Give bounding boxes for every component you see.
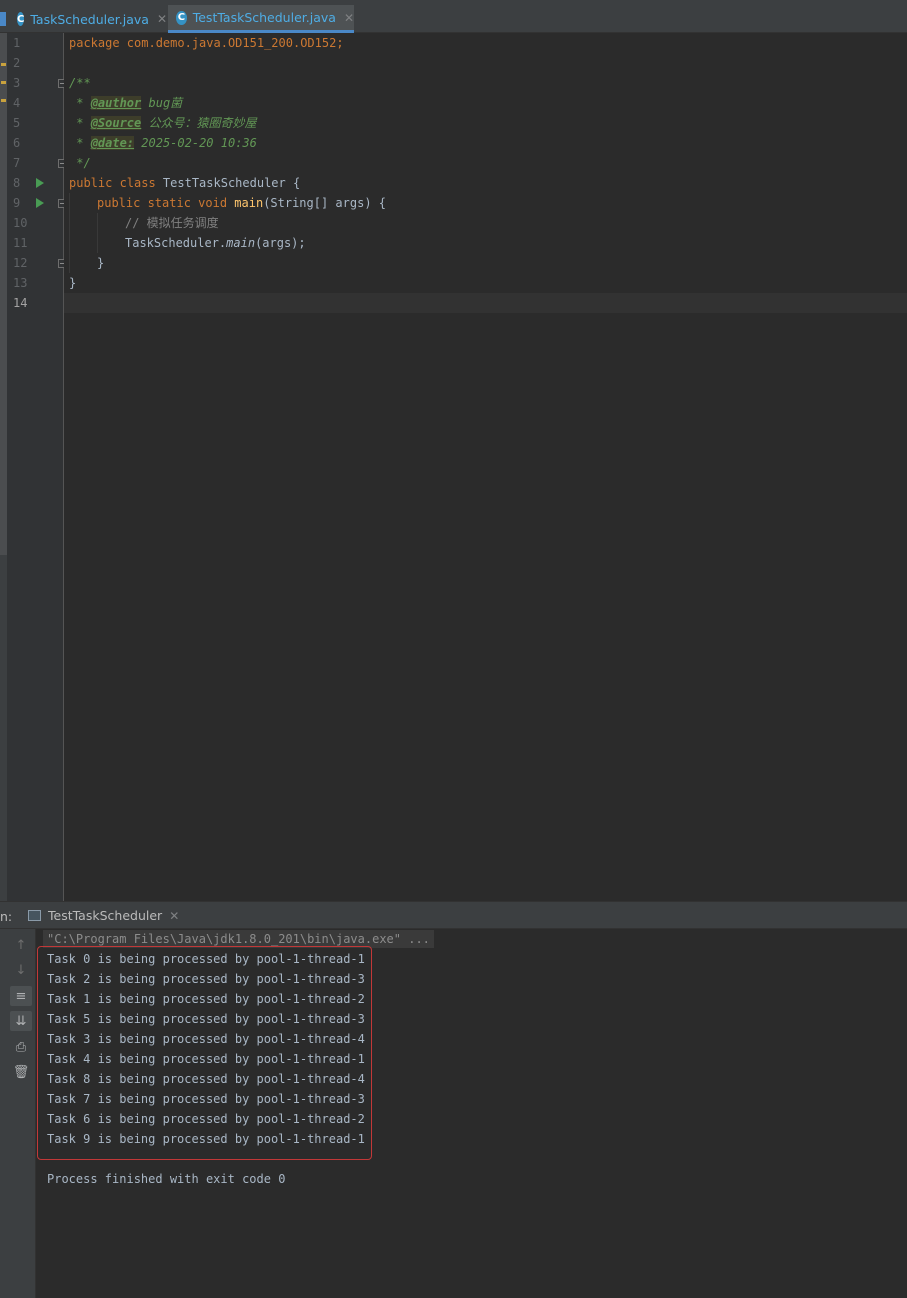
run-tab-testtaskscheduler[interactable]: TestTaskScheduler ✕ bbox=[28, 902, 179, 929]
marker-icon bbox=[1, 99, 6, 102]
line-number: 2 bbox=[13, 56, 21, 70]
close-icon[interactable]: ✕ bbox=[344, 11, 354, 25]
code-line-1: package com.demo.java.OD151_200.OD152; bbox=[69, 36, 344, 50]
left-tool-strip bbox=[0, 33, 7, 901]
run-panel-title: n: bbox=[0, 909, 13, 924]
tab-testtaskscheduler[interactable]: C TestTaskScheduler.java ✕ bbox=[168, 5, 354, 33]
code-line-10: // 模拟任务调度 bbox=[125, 216, 219, 230]
code-line-12: } bbox=[97, 256, 105, 270]
scroll-to-end-icon[interactable]: ⇊ bbox=[10, 1011, 32, 1031]
tab-label: TaskScheduler.java bbox=[30, 11, 149, 27]
close-icon[interactable]: ✕ bbox=[157, 12, 167, 26]
line-number: 13 bbox=[13, 276, 28, 290]
soft-wrap-icon[interactable]: ≡ bbox=[10, 986, 32, 1006]
trash-icon[interactable]: 🗑 bbox=[10, 1062, 32, 1082]
tab-label: TestTaskScheduler.java bbox=[192, 10, 336, 25]
console-output[interactable]: "C:\Program Files\Java\jdk1.8.0_201\bin\… bbox=[37, 929, 907, 1298]
code-line-4: * @author bug菌 bbox=[69, 96, 183, 110]
output-line: Task 4 is being processed by pool-1-thre… bbox=[47, 1052, 365, 1066]
run-tab-label: TestTaskScheduler bbox=[48, 908, 163, 923]
code-line-7: */ bbox=[69, 156, 91, 170]
down-arrow-icon[interactable]: ↓ bbox=[10, 960, 32, 980]
line-number: 5 bbox=[13, 116, 21, 130]
output-line: Task 9 is being processed by pool-1-thre… bbox=[47, 1132, 365, 1146]
line-number: 3 bbox=[13, 76, 21, 90]
code-line-6: * @date: 2025-02-20 10:36 bbox=[69, 136, 257, 150]
output-line: Task 0 is being processed by pool-1-thre… bbox=[47, 952, 365, 966]
line-number: 9 bbox=[13, 196, 21, 210]
output-line: Task 2 is being processed by pool-1-thre… bbox=[47, 972, 365, 986]
run-config-icon bbox=[28, 910, 41, 921]
code-line-11: TaskScheduler.main(args); bbox=[125, 236, 306, 250]
editor-tab-bar: C TaskScheduler.java ✕ C TestTaskSchedul… bbox=[0, 0, 907, 33]
indent-guide bbox=[97, 213, 98, 253]
line-number: 12 bbox=[13, 256, 28, 270]
line-number: 1 bbox=[13, 36, 21, 50]
line-number: 11 bbox=[13, 236, 28, 250]
print-icon[interactable]: ⎙ bbox=[10, 1037, 32, 1057]
output-line: Task 3 is being processed by pool-1-thre… bbox=[47, 1032, 365, 1046]
code-line-9: public static void main(String[] args) { bbox=[97, 196, 387, 210]
line-number: 8 bbox=[13, 176, 21, 190]
run-toolbar: ↑ ↓ ≡ ⇊ ⎙ 🗑 bbox=[0, 929, 36, 1298]
run-icon[interactable] bbox=[36, 198, 44, 208]
output-line: Task 6 is being processed by pool-1-thre… bbox=[47, 1112, 365, 1126]
up-arrow-icon[interactable]: ↑ bbox=[10, 935, 32, 955]
line-number: 4 bbox=[13, 96, 21, 110]
output-line: Task 1 is being processed by pool-1-thre… bbox=[47, 992, 365, 1006]
tab-taskscheduler[interactable]: C TaskScheduler.java ✕ bbox=[17, 5, 167, 33]
output-line: Task 5 is being processed by pool-1-thre… bbox=[47, 1012, 365, 1026]
code-line-3: /** bbox=[69, 76, 91, 90]
marker-icon bbox=[1, 63, 6, 66]
code-line-13: } bbox=[69, 276, 77, 290]
caret-row-highlight bbox=[64, 293, 907, 313]
run-panel-header: n: TestTaskScheduler ✕ bbox=[0, 901, 907, 929]
project-tool-icon[interactable] bbox=[0, 12, 6, 26]
code-editor[interactable]: package com.demo.java.OD151_200.OD152; /… bbox=[64, 33, 907, 901]
close-icon[interactable]: ✕ bbox=[169, 909, 179, 923]
output-line: Task 8 is being processed by pool-1-thre… bbox=[47, 1072, 365, 1086]
line-number: 6 bbox=[13, 136, 21, 150]
indent-guide bbox=[69, 193, 70, 273]
line-number: 10 bbox=[13, 216, 28, 230]
run-icon[interactable] bbox=[36, 178, 44, 188]
line-number-current: 14 bbox=[13, 296, 28, 310]
exit-message: Process finished with exit code 0 bbox=[47, 1172, 286, 1186]
output-line: Task 7 is being processed by pool-1-thre… bbox=[47, 1092, 365, 1106]
editor-gutter: 1 2 3 4 5 6 7 8 9 10 11 12 13 14 bbox=[7, 33, 67, 901]
java-class-icon: C bbox=[176, 10, 187, 25]
java-class-icon: C bbox=[17, 12, 25, 26]
code-line-5: * @Source 公众号：猿圈奇妙屋 bbox=[69, 116, 257, 130]
scroll-thumb[interactable] bbox=[0, 33, 7, 555]
line-number: 7 bbox=[13, 156, 21, 170]
code-line-8: public class TestTaskScheduler { bbox=[69, 176, 301, 190]
marker-icon bbox=[1, 81, 6, 84]
